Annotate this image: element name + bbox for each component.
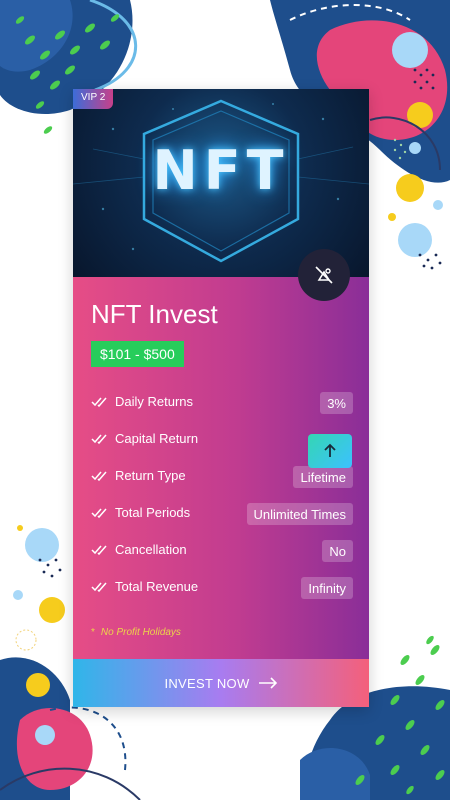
detail-row-daily-returns: Daily Returns 3% bbox=[91, 392, 353, 414]
vip-plan-card: NFT VIP 2 NFT Invest $101 - $500 Daily R… bbox=[73, 89, 369, 707]
double-check-icon bbox=[91, 471, 107, 482]
plan-note: * No Profit Holidays bbox=[91, 627, 181, 638]
arrow-up-icon bbox=[324, 443, 336, 457]
hero-nft-text: NFT bbox=[152, 139, 290, 202]
detail-label: Total Revenue bbox=[115, 579, 199, 594]
detail-value: Lifetime bbox=[293, 466, 353, 488]
arrow-right-icon bbox=[258, 677, 277, 689]
double-check-icon bbox=[91, 545, 107, 556]
plan-title: NFT Invest bbox=[91, 299, 218, 329]
double-check-icon bbox=[91, 582, 107, 593]
detail-label: Return Type bbox=[115, 468, 186, 483]
plan-image-avatar[interactable] bbox=[298, 249, 350, 301]
invest-now-button[interactable]: INVEST NOW bbox=[73, 659, 369, 707]
double-check-icon bbox=[91, 434, 107, 445]
detail-label: Capital Return bbox=[115, 431, 199, 446]
asterisk-icon: * bbox=[91, 627, 95, 638]
detail-row-total-periods: Total Periods Unlimited Times bbox=[91, 503, 353, 525]
detail-row-total-revenue: Total Revenue Infinity bbox=[91, 577, 353, 599]
double-check-icon bbox=[91, 508, 107, 519]
detail-value: Unlimited Times bbox=[246, 503, 353, 525]
detail-label: Total Periods bbox=[115, 505, 191, 520]
scroll-to-top-button[interactable] bbox=[308, 434, 352, 468]
detail-value: 3% bbox=[320, 392, 353, 414]
no-image-icon bbox=[315, 266, 333, 284]
detail-row-return-type: Return Type Lifetime bbox=[91, 466, 353, 488]
price-range-badge: $101 - $500 bbox=[91, 341, 184, 367]
double-check-icon bbox=[91, 397, 107, 408]
invest-now-label: INVEST NOW bbox=[164, 675, 250, 691]
vip-level-badge: VIP 2 bbox=[73, 89, 114, 109]
detail-value: No bbox=[322, 540, 353, 562]
detail-label: Daily Returns bbox=[115, 394, 194, 409]
detail-row-cancellation: Cancellation No bbox=[91, 540, 353, 562]
detail-label: Cancellation bbox=[115, 542, 187, 557]
detail-value: Infinity bbox=[301, 577, 353, 599]
plan-note-text: No Profit Holidays bbox=[100, 627, 181, 638]
